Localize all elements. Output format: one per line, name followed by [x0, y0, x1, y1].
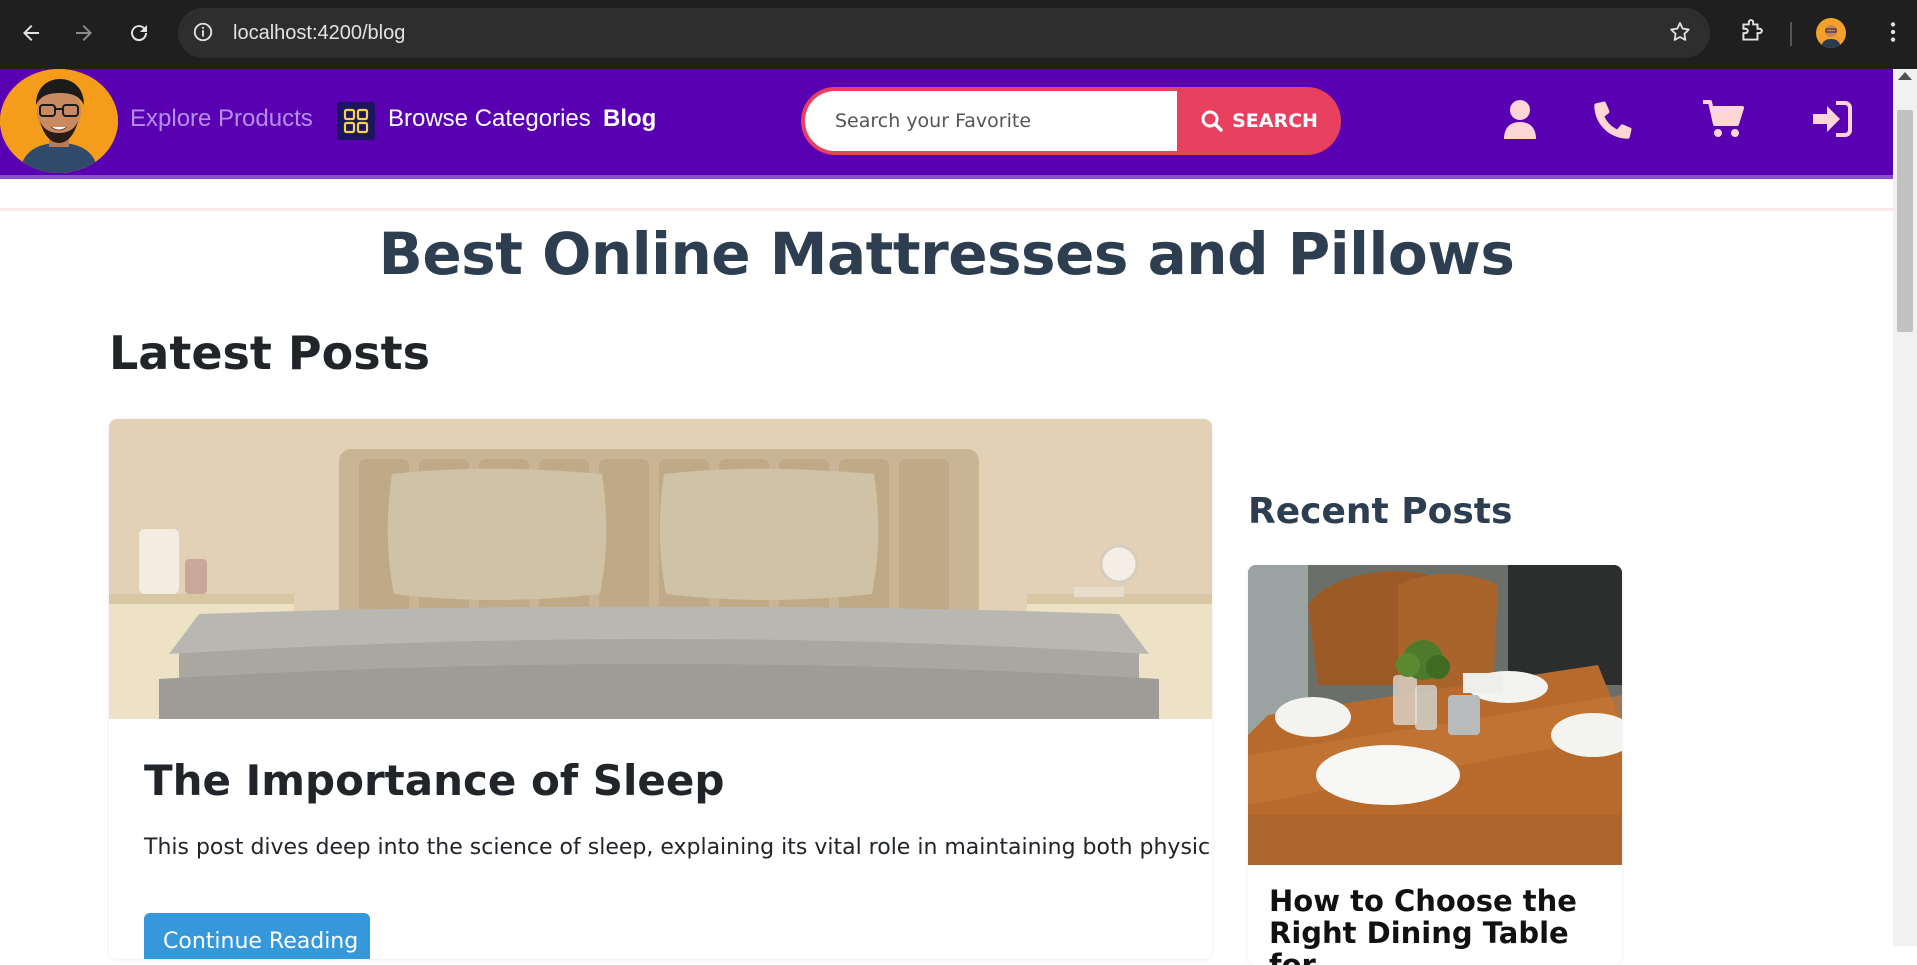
recent-posts-heading: Recent Posts [1248, 491, 1513, 532]
user-icon[interactable] [1502, 99, 1538, 143]
recent-post-image[interactable] [1248, 565, 1622, 865]
continue-reading-button[interactable]: Continue Reading [144, 913, 370, 959]
search-input[interactable] [805, 91, 1177, 151]
browser-toolbar: localhost:4200/blog [0, 0, 1917, 69]
brand-avatar[interactable] [0, 69, 118, 173]
scroll-up-arrow-icon[interactable] [1898, 72, 1912, 80]
address-bar[interactable]: localhost:4200/blog [178, 8, 1710, 58]
browser-menu-icon[interactable] [1880, 19, 1906, 49]
arrow-left-icon [23, 25, 39, 41]
forward-button[interactable] [69, 18, 99, 48]
url-text: localhost:4200/blog [233, 22, 405, 45]
reload-icon [131, 25, 148, 42]
reload-button[interactable] [124, 18, 154, 48]
site-info-icon[interactable] [192, 21, 214, 47]
magnifier-icon [1201, 110, 1223, 132]
profile-avatar[interactable] [1816, 18, 1846, 48]
phone-icon[interactable] [1593, 99, 1633, 143]
scrollbar-thumb[interactable] [1897, 110, 1913, 332]
arrow-right-icon [76, 25, 92, 41]
site-navbar: Explore Products Browse Categories Blog … [0, 69, 1893, 179]
search-button[interactable]: SEARCH [1177, 87, 1341, 155]
extensions-puzzle-icon[interactable] [1738, 19, 1764, 49]
toolbar-divider [1790, 22, 1792, 46]
url-host: localhost [233, 22, 312, 44]
bookmark-star-icon[interactable] [1668, 20, 1692, 48]
featured-post-image[interactable] [109, 419, 1212, 719]
featured-post-title[interactable]: The Importance of Sleep [144, 756, 724, 805]
nav-explore-products[interactable]: Explore Products [130, 105, 313, 133]
back-button[interactable] [16, 18, 46, 48]
cart-icon[interactable] [1701, 99, 1745, 143]
featured-post-excerpt: This post dives deep into the science of… [144, 835, 1212, 860]
featured-post-card: The Importance of Sleep This post dives … [109, 419, 1212, 959]
search-button-label: SEARCH [1232, 110, 1318, 132]
nav-blog[interactable]: Blog [603, 105, 656, 133]
url-path: :4200/blog [311, 22, 406, 44]
nav-browse-categories[interactable]: Browse Categories [388, 105, 591, 133]
page-title: Best Online Mattresses and Pillows [378, 220, 1515, 288]
sign-in-icon[interactable] [1811, 99, 1853, 143]
recent-post-card: How to Choose the Right Dining Table for [1248, 565, 1622, 965]
latest-posts-heading: Latest Posts [109, 326, 430, 380]
recent-post-title[interactable]: How to Choose the Right Dining Table for [1269, 885, 1609, 965]
grid-icon[interactable] [337, 102, 375, 140]
navbar-underline [0, 183, 1893, 211]
search-bar: SEARCH [801, 87, 1341, 155]
